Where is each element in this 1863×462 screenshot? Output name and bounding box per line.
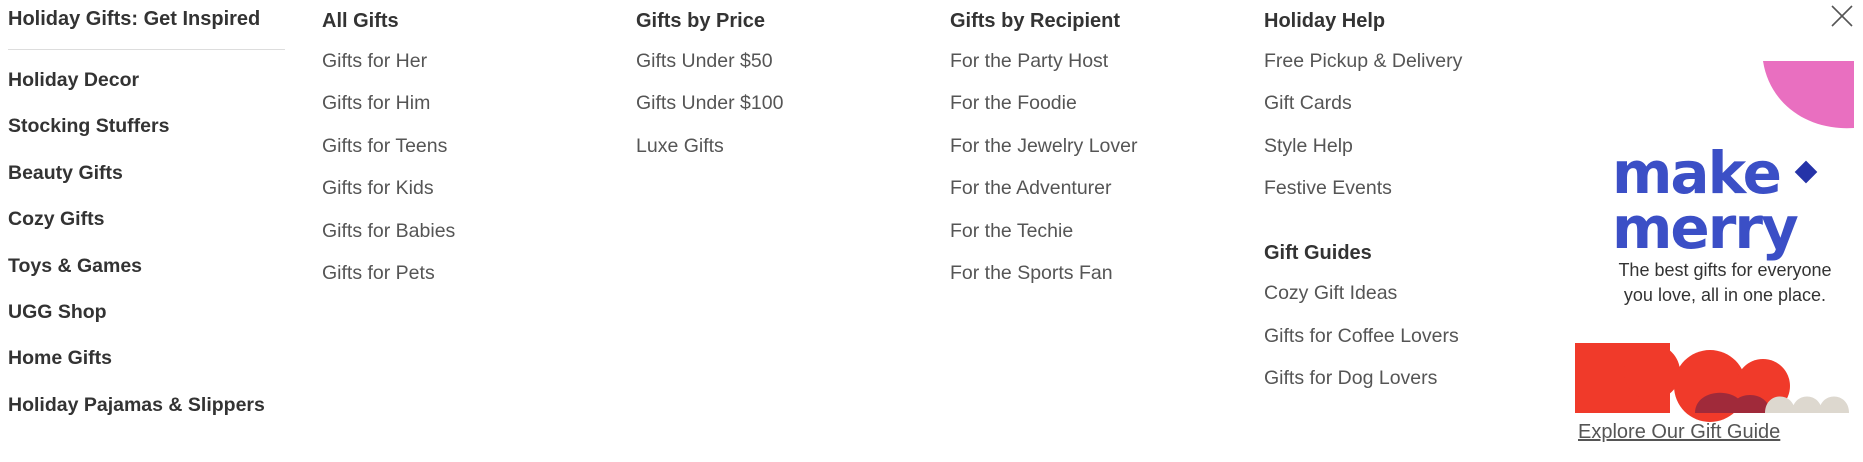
menu-link[interactable]: Gifts Under $100 [636,92,783,115]
menu-link[interactable]: For the Foodie [950,92,1077,115]
menu-link[interactable]: Gifts for Kids [322,177,434,200]
column-heading[interactable]: Gifts by Recipient [950,10,1120,33]
promo-banner[interactable]: make merry [1570,56,1860,456]
sidebar-title[interactable]: Holiday Gifts: Get Inspired [8,8,260,31]
pink-shape [1763,61,1854,129]
menu-link[interactable]: Gifts for Babies [322,220,455,243]
column-heading[interactable]: Holiday Help [1264,10,1385,33]
diamond-icon [1794,160,1818,184]
menu-link[interactable]: Style Help [1264,135,1353,158]
explore-gift-guide-link[interactable]: Explore Our Gift Guide [1578,421,1780,444]
promo-tagline: The best gifts for everyone you love, al… [1600,258,1850,308]
sidebar-item-holiday-decor[interactable]: Holiday Decor [8,69,139,92]
column-subheading[interactable]: Gift Guides [1264,242,1372,265]
sidebar-item-stocking-stuffers[interactable]: Stocking Stuffers [8,115,169,138]
red-circle [1624,344,1680,400]
beige-arc [1792,396,1822,413]
menu-link[interactable]: Gifts for Pets [322,262,435,285]
menu-link[interactable]: Gifts for Teens [322,135,447,158]
sidebar-item-ugg-shop[interactable]: UGG Shop [8,301,107,324]
promo-tagline-line: The best gifts for everyone [1618,260,1832,280]
menu-link[interactable]: For the Party Host [950,50,1108,73]
menu-link[interactable]: Gifts for Dog Lovers [1264,367,1437,390]
menu-link[interactable]: Gifts for Coffee Lovers [1264,325,1459,348]
sidebar-item-cozy-gifts[interactable]: Cozy Gifts [8,208,104,231]
make-merry-graphic: make merry [1575,61,1854,422]
close-icon [1831,5,1853,27]
menu-link[interactable]: Festive Events [1264,177,1392,200]
menu-link[interactable]: Gifts for Her [322,50,427,73]
menu-link[interactable]: For the Jewelry Lover [950,135,1138,158]
menu-link[interactable]: Gifts Under $50 [636,50,773,73]
menu-link[interactable]: Gift Cards [1264,92,1352,115]
beige-arc [1819,396,1849,413]
menu-link[interactable]: Luxe Gifts [636,135,724,158]
menu-link[interactable]: For the Sports Fan [950,262,1113,285]
logo-merry: merry [1612,194,1798,262]
column-heading[interactable]: All Gifts [322,10,399,33]
menu-link[interactable]: Cozy Gift Ideas [1264,282,1397,305]
sidebar-item-holiday-pajamas[interactable]: Holiday Pajamas & Slippers [8,394,265,417]
menu-link[interactable]: For the Adventurer [950,177,1112,200]
column-heading[interactable]: Gifts by Price [636,10,765,33]
menu-link[interactable]: Free Pickup & Delivery [1264,50,1462,73]
close-button[interactable] [1829,3,1855,29]
promo-tagline-line: you love, all in one place. [1623,285,1827,305]
sidebar-item-home-gifts[interactable]: Home Gifts [8,347,112,370]
divider [8,49,285,50]
sidebar-item-toys-games[interactable]: Toys & Games [8,255,142,278]
sidebar-item-beauty-gifts[interactable]: Beauty Gifts [8,162,123,185]
menu-link[interactable]: For the Techie [950,220,1073,243]
menu-link[interactable]: Gifts for Him [322,92,430,115]
